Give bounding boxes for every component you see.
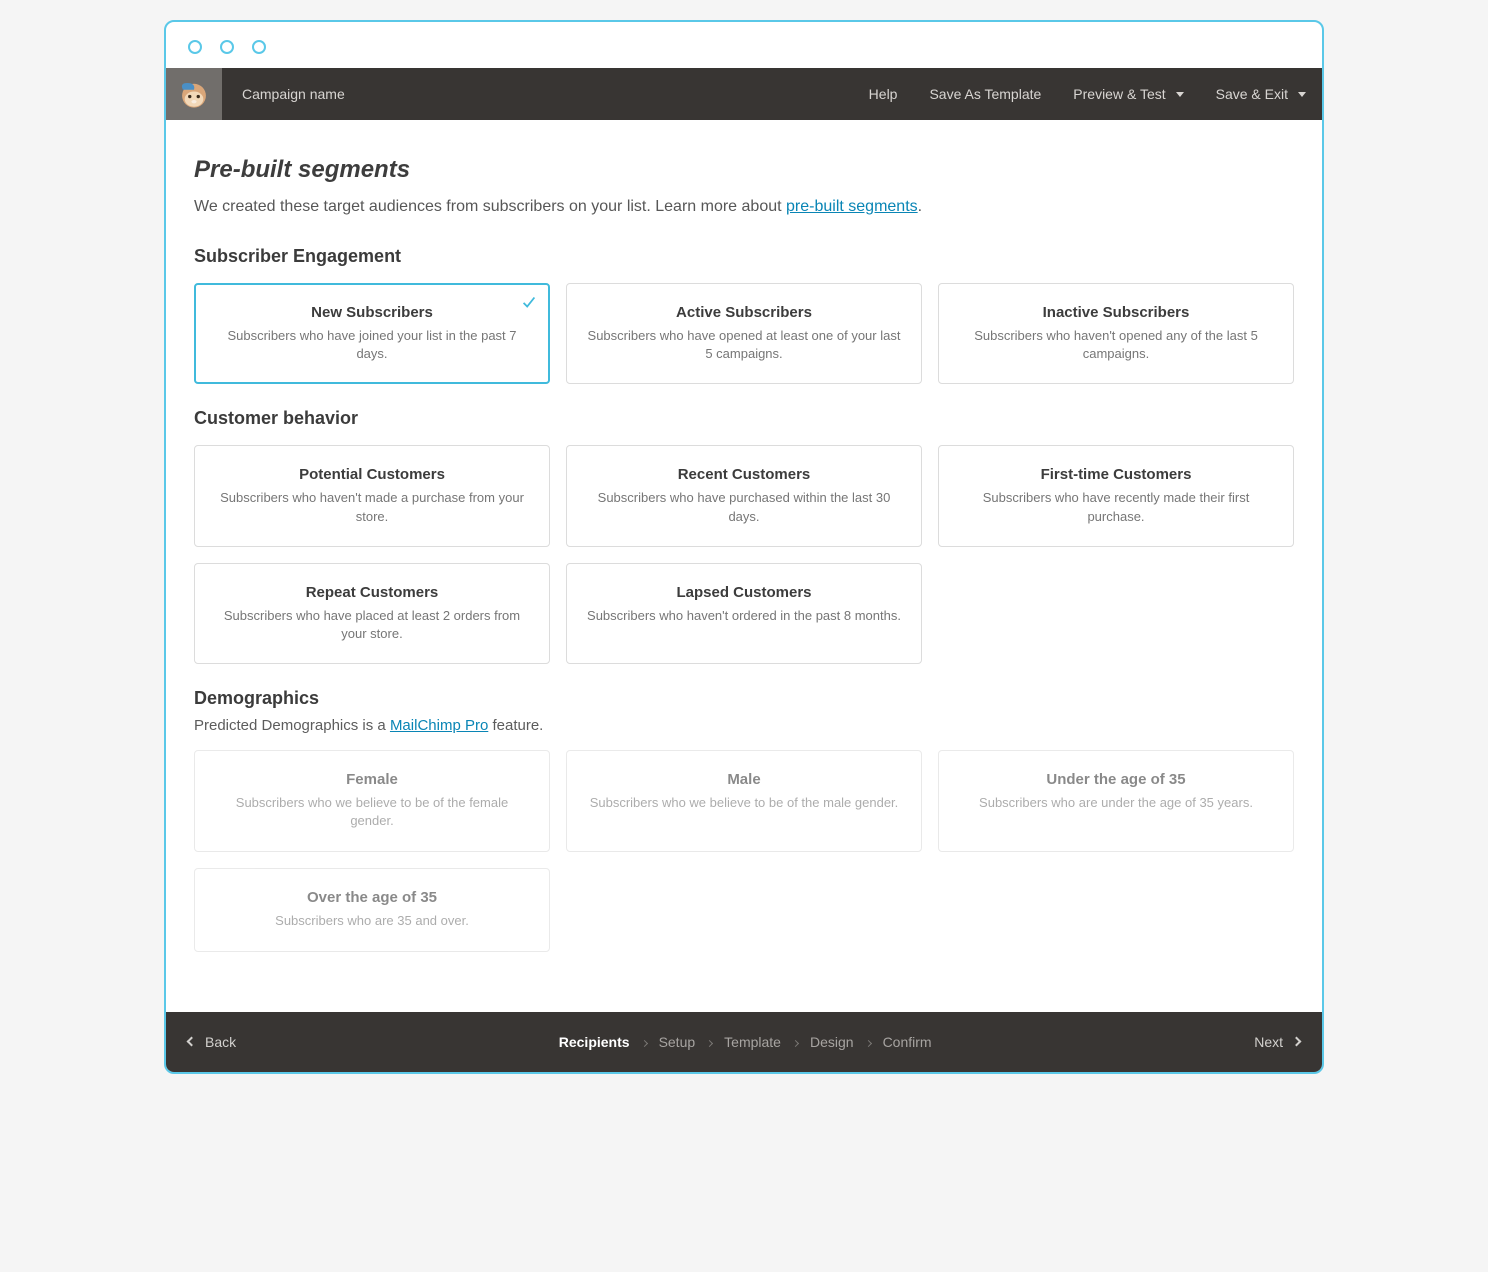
wizard-step-recipients[interactable]: Recipients bbox=[559, 1034, 630, 1050]
segment-card-potential-customers[interactable]: Potential Customers Subscribers who haven… bbox=[194, 445, 550, 546]
behavior-card-grid: Potential Customers Subscribers who haven… bbox=[194, 445, 1294, 664]
help-button[interactable]: Help bbox=[853, 86, 914, 102]
help-label: Help bbox=[869, 86, 898, 102]
card-description: Subscribers who have recently made their… bbox=[957, 489, 1275, 525]
card-description: Subscribers who are under the age of 35 … bbox=[957, 794, 1275, 812]
window-dot bbox=[252, 40, 266, 54]
top-toolbar: Campaign name Help Save As Template Prev… bbox=[166, 68, 1322, 120]
prebuilt-segments-link[interactable]: pre-built segments bbox=[786, 198, 918, 215]
segment-card-lapsed-customers[interactable]: Lapsed Customers Subscribers who haven't … bbox=[566, 563, 922, 664]
save-template-label: Save As Template bbox=[929, 86, 1041, 102]
card-description: Subscribers who have opened at least one… bbox=[585, 327, 903, 363]
chevron-right-icon bbox=[866, 1035, 871, 1049]
chevron-left-icon bbox=[187, 1037, 197, 1047]
window-controls bbox=[166, 22, 1322, 68]
chevron-down-icon bbox=[1298, 92, 1306, 97]
save-exit-dropdown[interactable]: Save & Exit bbox=[1200, 86, 1322, 102]
segment-card-first-time-customers[interactable]: First-time Customers Subscribers who have… bbox=[938, 445, 1294, 546]
mailchimp-icon bbox=[177, 77, 211, 111]
segment-card-repeat-customers[interactable]: Repeat Customers Subscribers who have pla… bbox=[194, 563, 550, 664]
card-title: Active Subscribers bbox=[585, 304, 903, 321]
card-title: Under the age of 35 bbox=[957, 771, 1275, 788]
card-title: Recent Customers bbox=[585, 466, 903, 483]
app-logo[interactable] bbox=[166, 68, 222, 120]
card-title: Female bbox=[213, 771, 531, 788]
page-description: We created these target audiences from s… bbox=[194, 198, 1294, 216]
segment-card-under-the-age-of-35: Under the age of 35 Subscribers who are u… bbox=[938, 750, 1294, 851]
card-title: Potential Customers bbox=[213, 466, 531, 483]
card-description: Subscribers who haven't made a purchase … bbox=[213, 489, 531, 525]
preview-test-dropdown[interactable]: Preview & Test bbox=[1057, 86, 1199, 102]
card-title: Male bbox=[585, 771, 903, 788]
window-dot bbox=[220, 40, 234, 54]
section-behavior-title: Customer behavior bbox=[194, 408, 1294, 429]
wizard-step-template[interactable]: Template bbox=[724, 1034, 781, 1050]
page-title: Pre-built segments bbox=[194, 156, 1294, 184]
segment-card-active-subscribers[interactable]: Active Subscribers Subscribers who have o… bbox=[566, 283, 922, 384]
card-title: Over the age of 35 bbox=[213, 889, 531, 906]
card-description: Subscribers who have placed at least 2 o… bbox=[213, 607, 531, 643]
card-title: New Subscribers bbox=[213, 304, 531, 321]
save-as-template-button[interactable]: Save As Template bbox=[913, 86, 1057, 102]
back-button[interactable]: Back bbox=[188, 1034, 236, 1050]
card-title: Repeat Customers bbox=[213, 584, 531, 601]
card-description: Subscribers who have joined your list in… bbox=[213, 327, 531, 363]
main-content: Pre-built segments We created these targ… bbox=[166, 120, 1322, 1012]
section-engagement-title: Subscriber Engagement bbox=[194, 246, 1294, 267]
desc-text: We created these target audiences from s… bbox=[194, 198, 786, 215]
card-description: Subscribers who have purchased within th… bbox=[585, 489, 903, 525]
chevron-right-icon bbox=[707, 1035, 712, 1049]
card-description: Subscribers who haven't ordered in the p… bbox=[585, 607, 903, 625]
segment-card-new-subscribers[interactable]: New Subscribers Subscribers who have join… bbox=[194, 283, 550, 384]
card-description: Subscribers who are 35 and over. bbox=[213, 912, 531, 930]
demographics-card-grid: Female Subscribers who we believe to be o… bbox=[194, 750, 1294, 951]
chevron-right-icon bbox=[642, 1035, 647, 1049]
browser-window: Campaign name Help Save As Template Prev… bbox=[164, 20, 1324, 1074]
wizard-step-confirm[interactable]: Confirm bbox=[883, 1034, 932, 1050]
demo-desc-text: feature. bbox=[488, 717, 543, 734]
segment-card-over-the-age-of-35: Over the age of 35 Subscribers who are 35… bbox=[194, 868, 550, 952]
segment-card-recent-customers[interactable]: Recent Customers Subscribers who have pur… bbox=[566, 445, 922, 546]
card-title: Inactive Subscribers bbox=[957, 304, 1275, 321]
engagement-card-grid: New Subscribers Subscribers who have join… bbox=[194, 283, 1294, 384]
next-label: Next bbox=[1254, 1034, 1283, 1050]
next-button[interactable]: Next bbox=[1254, 1034, 1300, 1050]
check-icon bbox=[520, 293, 538, 311]
campaign-name-label: Campaign name bbox=[222, 86, 345, 102]
chevron-right-icon bbox=[1292, 1037, 1302, 1047]
card-title: Lapsed Customers bbox=[585, 584, 903, 601]
desc-text: . bbox=[918, 198, 922, 215]
wizard-steps: Recipients Setup Template Design Confirm bbox=[236, 1034, 1254, 1050]
card-description: Subscribers who haven't opened any of th… bbox=[957, 327, 1275, 363]
chevron-right-icon bbox=[793, 1035, 798, 1049]
mailchimp-pro-link[interactable]: MailChimp Pro bbox=[390, 717, 488, 734]
segment-card-male: Male Subscribers who we believe to be of … bbox=[566, 750, 922, 851]
demographics-description: Predicted Demographics is a MailChimp Pr… bbox=[194, 717, 1294, 734]
segment-card-female: Female Subscribers who we believe to be o… bbox=[194, 750, 550, 851]
back-label: Back bbox=[205, 1034, 236, 1050]
segment-card-inactive-subscribers[interactable]: Inactive Subscribers Subscribers who have… bbox=[938, 283, 1294, 384]
chevron-down-icon bbox=[1176, 92, 1184, 97]
card-title: First-time Customers bbox=[957, 466, 1275, 483]
card-description: Subscribers who we believe to be of the … bbox=[585, 794, 903, 812]
card-description: Subscribers who we believe to be of the … bbox=[213, 794, 531, 830]
wizard-step-design[interactable]: Design bbox=[810, 1034, 854, 1050]
preview-test-label: Preview & Test bbox=[1073, 86, 1165, 102]
section-demographics-title: Demographics bbox=[194, 688, 1294, 709]
window-dot bbox=[188, 40, 202, 54]
save-exit-label: Save & Exit bbox=[1216, 86, 1288, 102]
wizard-step-setup[interactable]: Setup bbox=[659, 1034, 696, 1050]
demo-desc-text: Predicted Demographics is a bbox=[194, 717, 390, 734]
bottom-toolbar: Back Recipients Setup Template Design Confir… bbox=[166, 1012, 1322, 1072]
